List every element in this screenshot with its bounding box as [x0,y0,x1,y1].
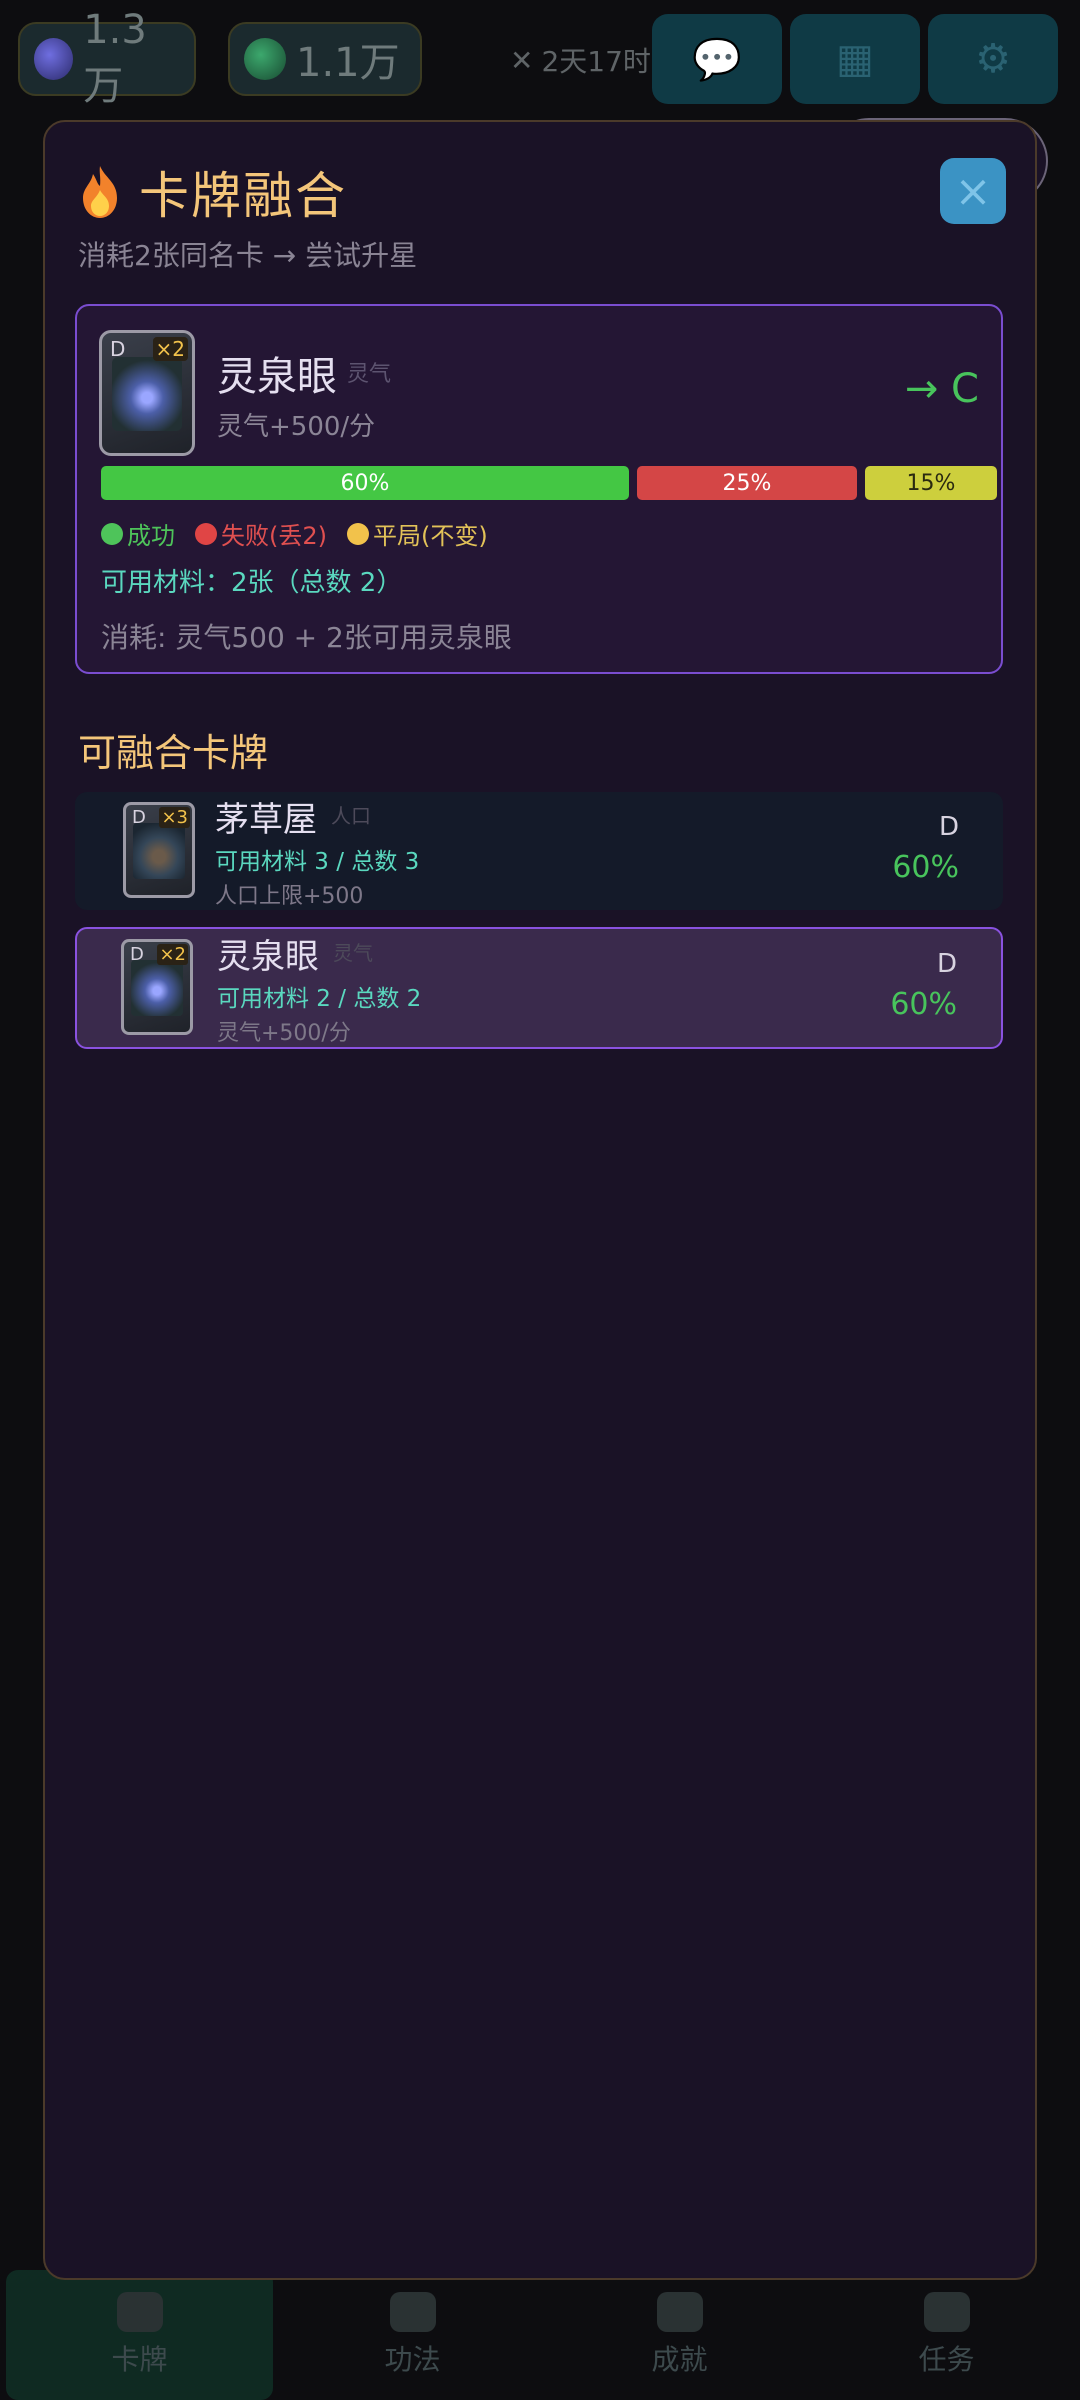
fail-segment: 25% [637,466,857,500]
draw-segment: 15% [865,466,997,500]
card-rank: D [132,807,146,828]
target-rank: → C [904,366,979,412]
legend-success: 成功 [101,516,175,551]
card-materials: 可用材料 3 / 总数 3 [215,849,420,875]
skills-tab-icon [389,2292,436,2332]
tab-skills[interactable]: 功法 [279,2270,546,2400]
card-count: ×2 [157,944,188,965]
card-tag: 灵气 [333,941,373,965]
card-fusion-modal: 卡牌融合 × 消耗2张同名卡 → 尝试升星 D ×2 灵泉眼 灵气 灵气+500… [43,120,1037,2280]
red-dot-icon [195,522,217,545]
tab-achievements[interactable]: 成就 [546,2270,813,2400]
event-timer: ✕ 2天17时 [510,40,651,80]
card-count: ×3 [159,807,190,828]
selected-card-image: D ×2 [99,330,195,456]
jade-coin-icon [244,38,286,80]
card-effect: 灵气+500/分 [217,1021,351,1046]
success-probability: 60% [890,987,957,1022]
legend-fail-label: 失败(丢2) [221,522,327,550]
card-image: D ×2 [121,939,193,1035]
fusable-card-item[interactable]: D ×3 茅草屋 人口 可用材料 3 / 总数 3 人口上限+500 D 60% [75,792,1003,910]
spring-art-icon [131,960,183,1016]
resource-bar: 1.3万 1.1万 ✕ 2天17时 💬 ▦ ⚙ [0,0,1080,120]
fusable-cards-heading: 可融合卡牌 [78,731,269,775]
thatched-hut-art-icon [133,823,185,879]
cards-tab-icon [116,2292,163,2332]
green-dot-icon [101,522,123,545]
card-rank: D [130,944,144,965]
legend-fail: 失败(丢2) [195,516,327,551]
selected-card-panel: D ×2 灵泉眼 灵气 灵气+500/分 → C 60% 25% 15% 成功 … [75,304,1003,674]
tab-label: 成就 [651,2343,708,2376]
calendar-icon: ▦ [836,36,874,82]
yellow-dot-icon [347,522,369,545]
card-rank-label: D [936,949,957,979]
modal-title: 卡牌融合 [139,167,347,225]
spirit-value: 1.3万 [83,7,147,109]
achievements-tab-icon [656,2292,703,2332]
crossed-swords-icon: ✕ [510,43,534,77]
card-effect: 人口上限+500 [215,884,364,909]
legend-draw: 平局(不变) [347,516,488,551]
tab-label: 任务 [918,2343,975,2376]
bottom-tabbar: 卡牌 功法 成就 任务 [0,2270,1080,2400]
selected-card-name: 灵泉眼 [217,354,337,400]
card-count: ×2 [152,337,188,361]
settings-button[interactable]: ⚙ [928,14,1058,104]
card-image: D ×3 [123,802,195,898]
jade-resource-pill: 1.1万 [228,22,422,96]
tasks-tab-icon [923,2292,970,2332]
legend-draw-label: 平局(不变) [373,522,488,550]
probability-legend: 成功 失败(丢2) 平局(不变) [101,516,488,551]
card-name: 灵泉眼 [217,937,319,977]
card-rank-label: D [938,812,959,842]
spirit-resource-pill: 1.3万 [18,7,196,109]
chat-button[interactable]: 💬 [652,14,782,104]
card-rank: D [110,337,126,361]
calendar-button[interactable]: ▦ [790,14,920,104]
fusable-card-item-selected[interactable]: D ×2 灵泉眼 灵气 可用材料 2 / 总数 2 灵气+500/分 D 60% [75,927,1003,1049]
card-name: 茅草屋 [215,800,317,840]
success-segment: 60% [101,466,629,500]
success-probability: 60% [892,850,959,885]
close-icon: × [954,165,992,217]
probability-bar: 60% 25% 15% [101,466,997,500]
tab-tasks[interactable]: 任务 [813,2270,1080,2400]
modal-subtitle: 消耗2张同名卡 → 尝试升星 [78,239,418,272]
selected-card-tag: 灵气 [347,362,392,387]
jade-value: 1.1万 [296,40,400,86]
card-tag: 人口 [331,804,371,828]
legend-success-label: 成功 [127,522,175,550]
card-materials: 可用材料 2 / 总数 2 [217,986,422,1012]
timer-text: 2天17时 [541,45,651,78]
fire-icon [75,164,125,220]
gear-icon: ⚙ [975,36,1011,82]
selected-card-effect: 灵气+500/分 [217,412,376,442]
spirit-flame-icon [34,38,74,80]
modal-header: 卡牌融合 [75,156,347,228]
available-materials: 可用材料：2张（总数 2） [101,568,403,598]
tab-label: 卡牌 [111,2343,168,2376]
fusion-cost: 消耗: 灵气500 + 2张可用灵泉眼 [101,621,512,654]
close-button[interactable]: × [940,158,1006,224]
tab-cards[interactable]: 卡牌 [6,2270,273,2400]
spring-art-icon [112,357,182,431]
tab-label: 功法 [384,2343,441,2376]
chat-icon: 💬 [692,36,742,83]
